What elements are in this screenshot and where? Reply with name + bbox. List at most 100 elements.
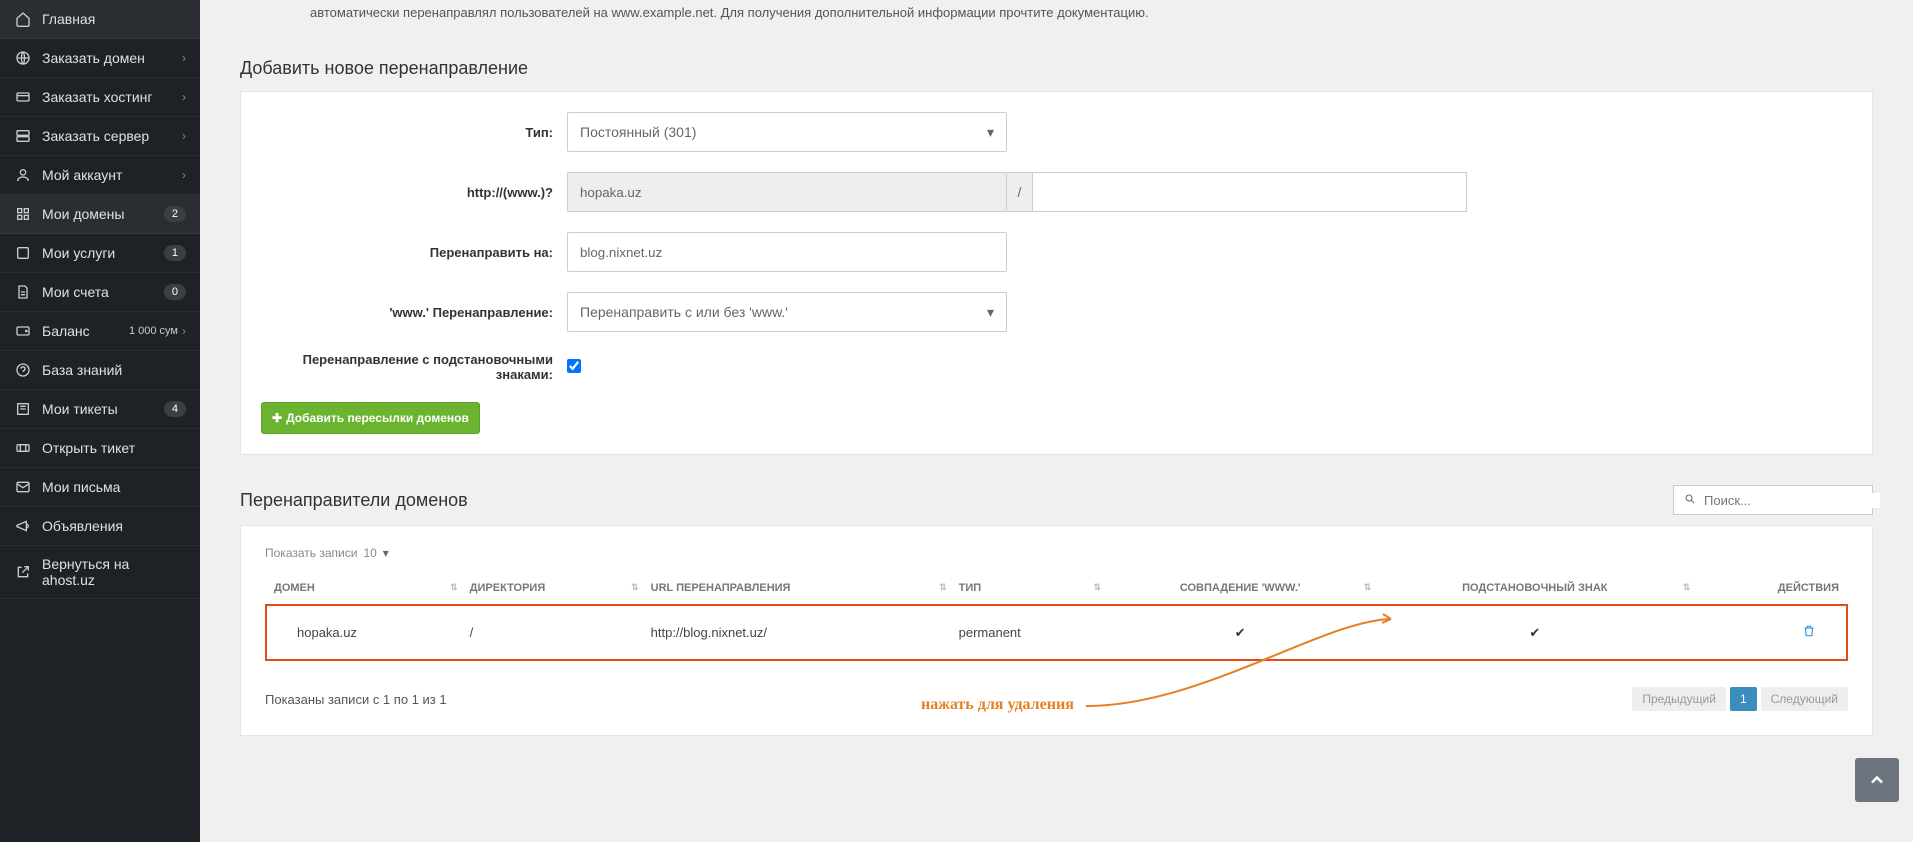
delete-icon[interactable] — [1802, 626, 1816, 641]
sidebar-item-order-server[interactable]: Заказать сервер › — [0, 117, 200, 156]
ticket-icon — [14, 400, 32, 418]
scroll-top-button[interactable] — [1855, 758, 1899, 802]
www-redirect-label: 'www.' Перенаправление: — [261, 305, 567, 320]
http-label: http://(www.)? — [261, 185, 567, 200]
count-badge: 4 — [164, 401, 186, 417]
redirectors-table-panel: Показать записи 10 ▾ ДОМЕН⇅ ДИРЕКТОРИЯ⇅ … — [240, 525, 1873, 736]
table-row: hopaka.uz / http://blog.nixnet.uz/ perma… — [266, 605, 1847, 660]
show-entries-value[interactable]: 10 — [363, 546, 376, 560]
sidebar-item-label: Мои письма — [42, 479, 186, 495]
server-icon — [14, 127, 32, 145]
sidebar-item-my-account[interactable]: Мой аккаунт › — [0, 156, 200, 195]
grid-icon — [14, 205, 32, 223]
sidebar-item-label: Мои услуги — [42, 245, 164, 261]
sidebar-item-balance[interactable]: Баланс 1 000 сум › — [0, 312, 200, 351]
cell-directory: / — [462, 605, 643, 660]
search-box[interactable] — [1673, 485, 1873, 515]
sidebar-item-return-site[interactable]: Вернуться на ahost.uz — [0, 546, 200, 599]
sidebar-item-order-hosting[interactable]: Заказать хостинг › — [0, 78, 200, 117]
cell-www: ✔ — [1105, 605, 1375, 660]
description-text: автоматически перенаправлял пользователе… — [310, 0, 1873, 40]
redirectors-heading: Перенаправители доменов — [240, 490, 468, 511]
pager-next[interactable]: Следующий — [1761, 687, 1848, 711]
sort-icon: ⇅ — [450, 582, 458, 593]
wallet-icon — [14, 322, 32, 340]
services-icon — [14, 244, 32, 262]
search-input[interactable] — [1704, 493, 1880, 508]
sort-icon: ⇅ — [1683, 582, 1691, 593]
main-content: автоматически перенаправлял пользователе… — [200, 0, 1913, 842]
cell-type: permanent — [951, 605, 1105, 660]
type-select-value: Постоянный (301) — [580, 124, 987, 140]
sidebar-item-announcements[interactable]: Объявления — [0, 507, 200, 546]
col-redirect-url[interactable]: URL ПЕРЕНАПРАВЛЕНИЯ⇅ — [643, 572, 951, 605]
sidebar-item-label: Мои тикеты — [42, 401, 164, 417]
sidebar-item-my-invoices[interactable]: Мои счета 0 — [0, 273, 200, 312]
sidebar-item-home[interactable]: Главная — [0, 0, 200, 39]
wildcard-checkbox[interactable] — [567, 359, 581, 373]
path-field[interactable] — [1033, 172, 1467, 212]
cell-actions — [1694, 605, 1847, 660]
col-directory[interactable]: ДИРЕКТОРИЯ⇅ — [462, 572, 643, 605]
col-www-match[interactable]: СОВПАДЕНИЕ 'WWW.'⇅ — [1105, 572, 1375, 605]
balance-amount: 1 000 сум — [129, 325, 182, 337]
show-entries: Показать записи 10 ▾ — [265, 540, 1848, 572]
domain-field[interactable] — [567, 172, 1007, 212]
plus-icon: ✚ — [272, 411, 282, 425]
sidebar-item-label: Вернуться на ahost.uz — [42, 556, 186, 588]
caret-down-icon[interactable]: ▾ — [383, 546, 389, 560]
annotation-delete-hint: нажать для удаления — [921, 696, 1074, 714]
invoice-icon — [14, 283, 32, 301]
cell-url: http://blog.nixnet.uz/ — [643, 605, 951, 660]
sidebar: Главная Заказать домен › Заказать хостин… — [0, 0, 200, 842]
count-badge: 2 — [164, 206, 186, 222]
help-icon — [14, 361, 32, 379]
col-domain[interactable]: ДОМЕН⇅ — [266, 572, 462, 605]
globe-icon — [14, 49, 32, 67]
sidebar-item-my-tickets[interactable]: Мои тикеты 4 — [0, 390, 200, 429]
sidebar-item-open-ticket[interactable]: Открыть тикет — [0, 429, 200, 468]
sidebar-item-label: Объявления — [42, 518, 186, 534]
sidebar-item-my-domains[interactable]: Мои домены 2 — [0, 195, 200, 234]
sort-icon: ⇅ — [631, 582, 639, 593]
search-icon — [1684, 492, 1696, 508]
sidebar-item-label: Заказать хостинг — [42, 89, 182, 105]
add-redirect-button[interactable]: ✚ Добавить пересылки доменов — [261, 402, 480, 434]
chevron-right-icon: › — [182, 168, 186, 182]
type-select[interactable]: Постоянный (301) ▾ — [567, 112, 1007, 152]
www-redirect-select[interactable]: Перенаправить с или без 'www.' ▾ — [567, 292, 1007, 332]
pager-prev[interactable]: Предыдущий — [1632, 687, 1726, 711]
card-icon — [14, 88, 32, 106]
caret-down-icon: ▾ — [987, 304, 994, 321]
count-badge: 1 — [164, 245, 186, 261]
redirect-to-field[interactable] — [567, 232, 1007, 272]
sidebar-item-my-services[interactable]: Мои услуги 1 — [0, 234, 200, 273]
sidebar-item-label: Открыть тикет — [42, 440, 186, 456]
col-type[interactable]: ТИП⇅ — [951, 572, 1105, 605]
sidebar-item-label: Мои домены — [42, 206, 164, 222]
check-icon: ✔ — [1235, 625, 1246, 640]
pager: Предыдущий 1 Следующий — [1632, 687, 1848, 711]
col-wildcard[interactable]: ПОДСТАНОВОЧНЫЙ ЗНАК⇅ — [1375, 572, 1694, 605]
show-entries-label: Показать записи — [265, 546, 357, 560]
external-icon — [14, 563, 32, 581]
col-actions: ДЕЙСТВИЯ — [1694, 572, 1847, 605]
chevron-right-icon: › — [182, 90, 186, 104]
sort-icon: ⇅ — [1364, 582, 1372, 593]
sidebar-item-order-domain[interactable]: Заказать домен › — [0, 39, 200, 78]
add-redirect-button-label: Добавить пересылки доменов — [286, 411, 469, 425]
add-redirect-panel: Тип: Постоянный (301) ▾ http://(www.)? / — [240, 91, 1873, 455]
chevron-right-icon: › — [182, 129, 186, 143]
sidebar-item-label: Мои счета — [42, 284, 164, 300]
sort-icon: ⇅ — [1094, 582, 1102, 593]
sidebar-item-knowledge-base[interactable]: База знаний — [0, 351, 200, 390]
pager-page-1[interactable]: 1 — [1730, 687, 1757, 711]
sidebar-item-label: Баланс — [42, 323, 129, 339]
chevron-right-icon: › — [182, 51, 186, 65]
announce-icon — [14, 517, 32, 535]
cell-wildcard: ✔ — [1375, 605, 1694, 660]
sidebar-item-my-emails[interactable]: Мои письма — [0, 468, 200, 507]
redirect-to-label: Перенаправить на: — [261, 245, 567, 260]
slash-separator: / — [1007, 172, 1033, 212]
sidebar-item-label: Мой аккаунт — [42, 167, 182, 183]
